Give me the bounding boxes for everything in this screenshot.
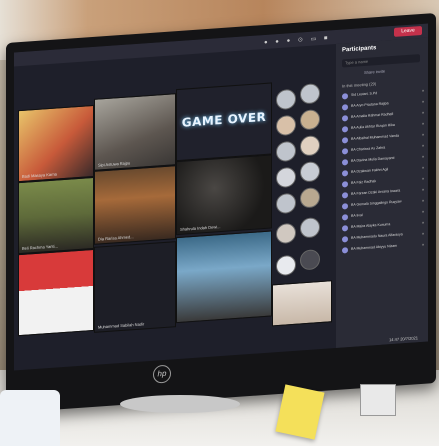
participant-avatar[interactable] <box>300 187 320 209</box>
avatar <box>342 170 348 177</box>
participant-avatar[interactable] <box>276 114 296 137</box>
participant-list: Sid Lestari, S.Pd ♦ BA Aryo Pradana Rajip… <box>340 86 426 257</box>
mic-icon: ♦ <box>421 109 424 115</box>
clock-date: 20/7/2021 <box>400 335 418 342</box>
mic-icon: ♦ <box>421 164 424 170</box>
participant-name: BA Davina Mulia Damayanti <box>351 155 395 163</box>
video-tile[interactable]: Muhammad Sabilah Nadir <box>94 241 176 333</box>
participant-avatar[interactable] <box>276 192 296 215</box>
video-tile[interactable] <box>176 230 272 324</box>
participant-avatar[interactable] <box>276 254 296 277</box>
avatar <box>342 214 348 221</box>
avatar <box>342 93 348 100</box>
mic-icon: ♦ <box>421 219 424 225</box>
video-tile[interactable]: GAME OVER <box>176 82 272 162</box>
participant-avatar[interactable] <box>276 88 296 111</box>
taskbar-clock: 14:47 20/7/2021 <box>389 335 418 342</box>
video-tile[interactable]: Badi Masaya Karna <box>18 104 94 183</box>
participant-name: Sid Lestari, S.Pd <box>351 91 378 97</box>
game-over-text: GAME OVER <box>181 109 267 130</box>
avatar <box>342 247 348 254</box>
tile-caption: Dia Rarisa Ahmed... <box>98 234 134 242</box>
avatar <box>342 115 348 122</box>
participant-avatar[interactable] <box>300 217 320 239</box>
mic-icon: ♦ <box>421 186 424 192</box>
video-call-screen: ● ● ● ⊙ ▭ ■ Leave Badi Masaya Karna Sipi… <box>14 23 428 371</box>
avatar <box>342 192 348 199</box>
mic-icon: ♦ <box>421 230 424 236</box>
participant-name: BA Aulia Akhtar Rizqan Rika <box>351 122 395 130</box>
avatar <box>342 104 348 111</box>
participant-avatar[interactable] <box>300 161 320 183</box>
participant-name: BA Maira Alayka Kusuma <box>351 222 391 229</box>
participant-name: BA Iival <box>351 213 363 218</box>
participant-avatar[interactable] <box>300 249 320 271</box>
participant-name: BA Muhammadu Naura Alfarasya <box>351 232 403 240</box>
tile-caption: Muhammad Sabilah Nadir <box>98 321 145 330</box>
participant-name: BA Faiz Radhak <box>351 179 377 185</box>
tile-caption: Badi Masaya Karna <box>22 171 57 179</box>
participant-name: BA Albaihal Muhammad Vanda <box>351 133 399 141</box>
video-tile[interactable]: Beli Rachma Yanti... <box>18 176 94 255</box>
participant-name: BA Charissa As Zahra <box>351 145 386 152</box>
participants-title: Participants <box>342 45 377 54</box>
participant-avatar[interactable] <box>276 140 296 163</box>
mic-icon: ♦ <box>421 87 424 93</box>
tile-caption: Beli Rachma Yanti... <box>22 243 58 251</box>
participants-panel: Participants Type a name Share invite In… <box>336 37 428 348</box>
participant-avatar[interactable] <box>276 222 296 245</box>
participant-name: BA Gemala Singgalingo Ruqyaw <box>351 199 402 207</box>
participant-avatar[interactable] <box>276 166 296 189</box>
participant-search-input[interactable]: Type a name <box>342 54 420 68</box>
mic-icon: ♦ <box>421 142 424 148</box>
participant-avatar[interactable] <box>300 109 320 131</box>
mic-icon: ♦ <box>421 241 424 247</box>
video-tile[interactable]: Dia Rarisa Ahmed... <box>94 165 176 245</box>
toolbar-icons[interactable]: ● ● ● ⊙ ▭ ■ <box>264 34 331 46</box>
participant-avatar[interactable] <box>300 135 320 157</box>
mic-icon: ♦ <box>421 175 424 181</box>
mic-icon: ♦ <box>421 98 424 104</box>
avatar <box>342 225 348 232</box>
mic-icon: ♦ <box>421 120 424 126</box>
avatar <box>342 137 348 144</box>
participant-name: BA Muhammad Abiyyu Nizam <box>351 243 398 251</box>
mic-icon: ♦ <box>421 153 424 159</box>
avatar <box>342 181 348 188</box>
clock-time: 14:47 <box>389 336 400 343</box>
leave-button[interactable]: Leave <box>394 25 422 37</box>
mic-icon: ♦ <box>421 208 424 214</box>
tile-caption: Shahrula Indah Dewi... <box>180 224 221 232</box>
white-mug <box>0 390 60 446</box>
video-tile[interactable] <box>272 280 332 327</box>
avatar <box>342 148 348 155</box>
avatar <box>342 126 348 133</box>
avatar <box>342 236 348 243</box>
monitor-stand <box>120 395 240 413</box>
video-tile[interactable]: Shahrula Indah Dewi... <box>176 154 272 236</box>
video-tile[interactable] <box>18 248 94 337</box>
monitor: ● ● ● ⊙ ▭ ■ Leave Badi Masaya Karna Sipi… <box>6 12 436 414</box>
participant-name: BA Dzakwan Fakhri Agil <box>351 167 389 174</box>
avatar <box>342 203 348 210</box>
tile-caption: Sipi Astuwa Rajpu <box>98 160 131 168</box>
device-stickers <box>360 384 396 416</box>
video-tile[interactable]: Sipi Astuwa Rajpu <box>94 93 176 171</box>
avatar <box>342 159 348 166</box>
participant-name: BA Aryo Pradana Rajipa <box>351 101 389 108</box>
in-meeting-header[interactable]: In this meeting (29) <box>342 81 376 88</box>
brand-logo: hp <box>153 364 171 384</box>
mic-icon: ♦ <box>421 131 424 137</box>
participant-name: BA Farzan Dzaki Arsana Iswara <box>351 188 401 196</box>
share-invite-link[interactable]: Share invite <box>364 69 385 75</box>
mic-icon: ♦ <box>421 197 424 203</box>
participant-avatar[interactable] <box>300 83 320 105</box>
participant-name: BA Amalia Rahmat Radhafi <box>351 111 394 119</box>
